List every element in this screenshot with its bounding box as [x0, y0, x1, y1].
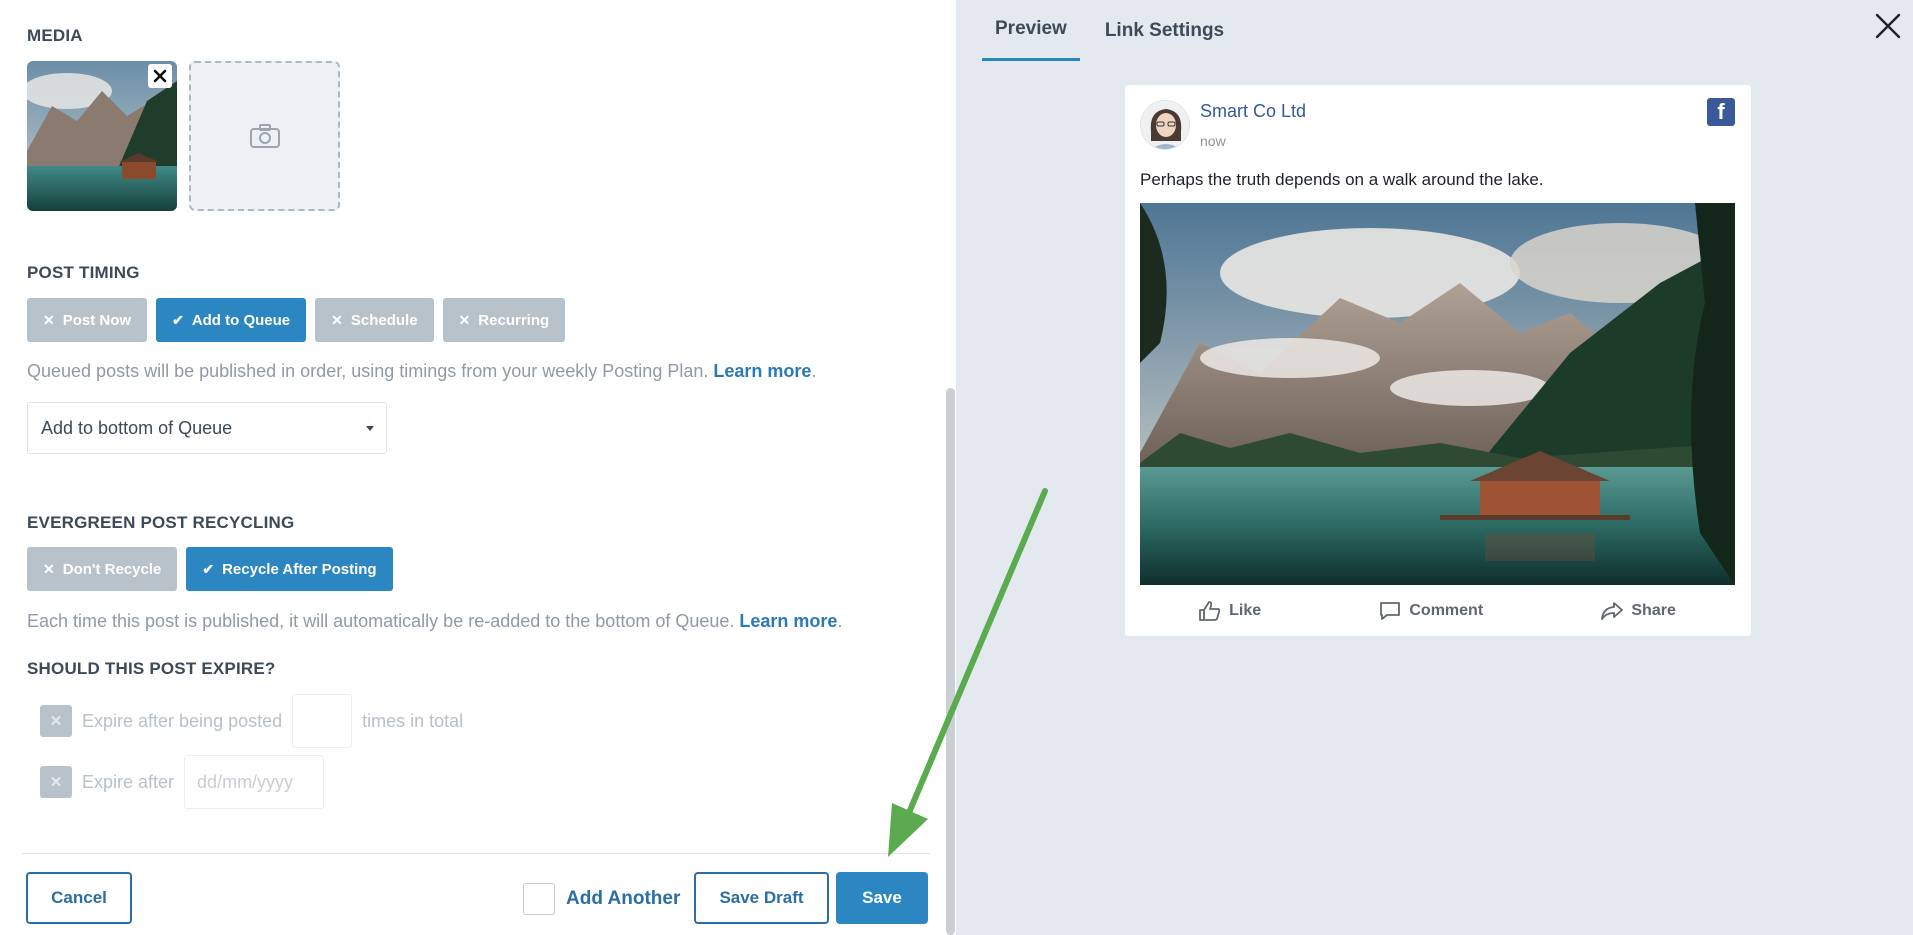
dont-recycle-label: Don't Recycle: [62, 560, 162, 578]
queue-learn-more-link[interactable]: Learn more: [713, 361, 811, 381]
share-icon: [1601, 602, 1624, 620]
post-now-button[interactable]: ✕ Post Now: [27, 298, 148, 342]
post-preview-card: Smart Co Ltd now f Perhaps the truth dep…: [1125, 85, 1751, 636]
post-timing-options: ✕ Post Now ✔ Add to Queue ✕ Schedule ✕ R…: [27, 298, 566, 342]
share-label: Share: [1631, 602, 1676, 619]
expire-after-posted-label: Expire after being posted: [82, 710, 283, 731]
recycling-title: EVERGREEN POST RECYCLING: [27, 513, 295, 532]
save-draft-button[interactable]: Save Draft: [694, 872, 829, 924]
post-text: Perhaps the truth depends on a walk arou…: [1140, 170, 1544, 189]
post-actions: Like Comment Share: [1140, 595, 1735, 627]
x-icon: ✕: [331, 311, 343, 328]
add-another-checkbox[interactable]: [523, 883, 555, 915]
footer-divider: [22, 853, 930, 854]
avatar-image: [1141, 101, 1189, 149]
chevron-down-icon: [366, 426, 374, 431]
media-section-title: MEDIA: [27, 26, 83, 45]
post-now-label: Post Now: [62, 311, 132, 329]
close-icon[interactable]: [1874, 12, 1902, 40]
recurring-label: Recurring: [478, 311, 550, 329]
expire-after-posted-row: ✕ Expire after being posted times in tot…: [40, 694, 463, 748]
facebook-icon: f: [1707, 98, 1735, 126]
cancel-button[interactable]: Cancel: [26, 872, 132, 924]
post-timestamp: now: [1200, 133, 1226, 149]
like-button[interactable]: Like: [1199, 595, 1261, 627]
page-name[interactable]: Smart Co Ltd: [1200, 101, 1306, 122]
post-editor-panel: MEDIA POST TIMING ✕ Post Now ✔ Add to Qu…: [0, 0, 956, 935]
expire-after-date-toggle[interactable]: ✕: [40, 766, 72, 798]
like-label: Like: [1229, 602, 1262, 619]
queue-position-value: Add to bottom of Queue: [41, 417, 233, 438]
recycle-help-text: Each time this post is published, it wil…: [27, 611, 843, 631]
camera-icon: [249, 124, 280, 148]
expire-date-input[interactable]: dd/mm/yyyy: [184, 755, 325, 809]
share-button[interactable]: Share: [1601, 595, 1676, 627]
remove-media-button[interactable]: [148, 64, 172, 88]
expire-times-suffix: times in total: [362, 710, 464, 731]
add-another-label: Add Another: [566, 888, 681, 909]
save-button[interactable]: Save: [836, 872, 928, 924]
recycle-after-posting-button[interactable]: ✔ Recycle After Posting: [186, 547, 393, 591]
x-icon: ✕: [43, 560, 55, 577]
x-icon: ✕: [458, 311, 471, 328]
comment-label: Comment: [1409, 602, 1484, 619]
expire-title: SHOULD THIS POST EXPIRE?: [27, 659, 276, 678]
schedule-label: Schedule: [350, 311, 418, 329]
add-media-button[interactable]: [189, 61, 340, 211]
tab-preview[interactable]: Preview: [982, 0, 1080, 61]
recycle-after-posting-label: Recycle After Posting: [222, 560, 377, 578]
lake-image: [1140, 203, 1735, 585]
schedule-button[interactable]: ✕ Schedule: [315, 298, 434, 342]
comment-button[interactable]: Comment: [1379, 595, 1483, 627]
add-to-queue-button[interactable]: ✔ Add to Queue: [156, 298, 307, 342]
avatar: [1140, 100, 1190, 150]
check-icon: ✔: [202, 560, 215, 577]
post-image: [1140, 203, 1735, 585]
queue-position-select[interactable]: Add to bottom of Queue: [27, 402, 387, 454]
arrow-icon: [888, 488, 1048, 857]
add-another-option[interactable]: Add Another: [523, 883, 680, 915]
recurring-button[interactable]: ✕ Recurring: [442, 298, 566, 342]
queue-help-text: Queued posts will be published in order,…: [27, 361, 817, 381]
close-icon: [153, 69, 167, 83]
x-icon: ✕: [43, 311, 55, 328]
comment-icon: [1380, 602, 1401, 620]
recycling-options: ✕ Don't Recycle ✔ Recycle After Posting: [27, 547, 393, 591]
add-to-queue-label: Add to Queue: [191, 311, 291, 329]
like-icon: [1199, 601, 1221, 621]
post-timing-title: POST TIMING: [27, 263, 140, 282]
queue-help-message: Queued posts will be published in order,…: [27, 361, 709, 381]
preview-tabs: Preview Link Settings: [982, 0, 1249, 61]
dont-recycle-button[interactable]: ✕ Don't Recycle: [27, 547, 178, 591]
check-icon: ✔: [172, 311, 184, 328]
expire-after-posted-toggle[interactable]: ✕: [40, 705, 72, 737]
preview-panel: Preview Link Settings Smart Co Ltd now f…: [956, 0, 1913, 935]
expire-after-date-row: ✕ Expire after dd/mm/yyyy: [40, 755, 325, 809]
recycle-help-message: Each time this post is published, it wil…: [27, 611, 735, 631]
recycle-learn-more-link[interactable]: Learn more: [739, 611, 837, 631]
expire-after-date-label: Expire after: [82, 771, 175, 792]
expire-times-input[interactable]: [292, 694, 353, 748]
tab-link-settings[interactable]: Link Settings: [1092, 0, 1237, 61]
